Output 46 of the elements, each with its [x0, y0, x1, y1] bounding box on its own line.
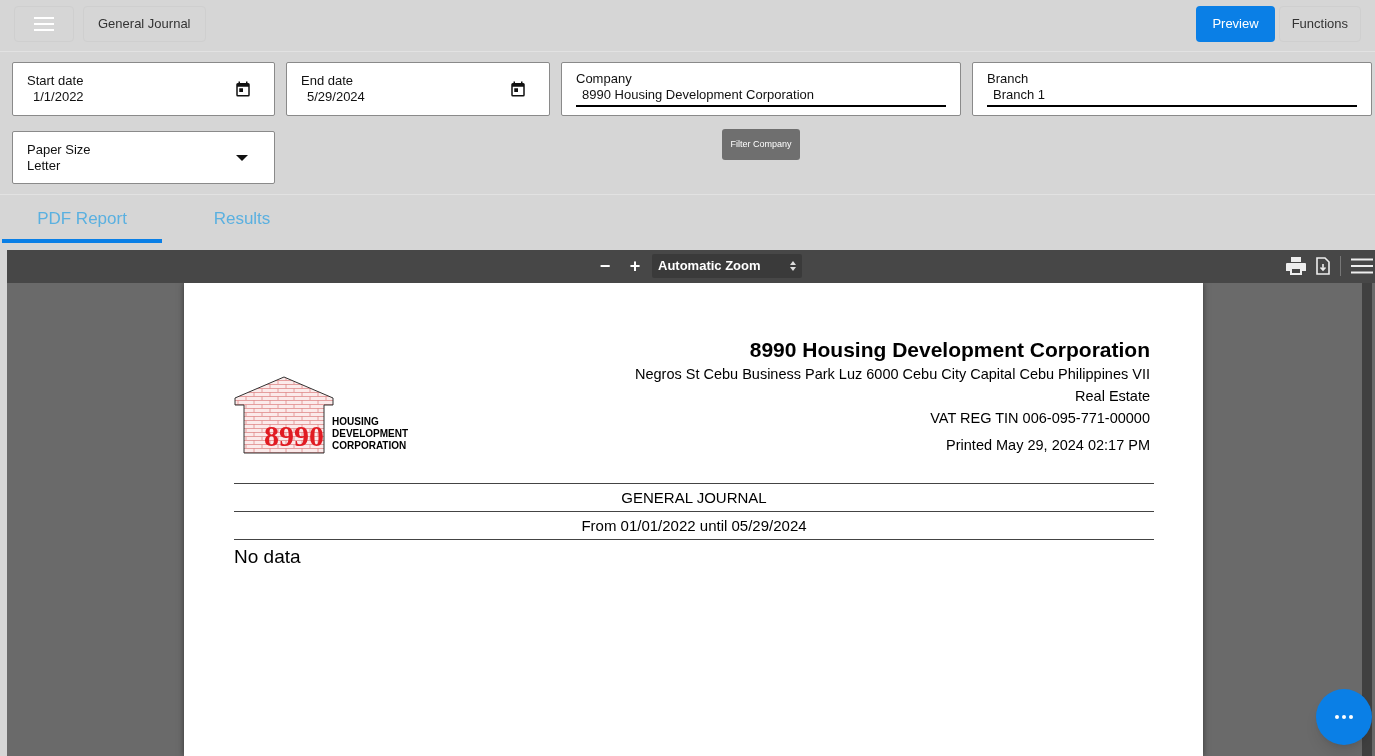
download-icon [1316, 257, 1330, 275]
field-label: Start date [27, 73, 85, 89]
field-value: 8990 Housing Development Corporation [576, 87, 946, 107]
field-value: Branch 1 [987, 87, 1357, 107]
filter-company-button[interactable]: Filter Company [722, 129, 800, 160]
field-label: Company [576, 71, 633, 87]
tools-menu-button[interactable] [1351, 258, 1373, 274]
text-field[interactable]: Branch Branch 1 [972, 62, 1372, 116]
text-field[interactable]: Company 8990 Housing Development Corporation [561, 62, 961, 116]
page-title-button[interactable]: General Journal [83, 6, 206, 42]
zoom-in-button[interactable]: + [622, 254, 648, 278]
company-info-line: Negros St Cebu Business Park Luz 6000 Cebu City Capital Cebu Philippines VII [634, 365, 1150, 384]
more-icon [1335, 715, 1353, 719]
dropdown-field[interactable]: Paper Size Letter [12, 131, 275, 184]
print-icon [1286, 257, 1306, 275]
menu-icon [34, 17, 54, 31]
updown-caret-icon [790, 261, 796, 271]
field-label: Branch [987, 71, 1030, 87]
field-label: End date [301, 73, 355, 89]
scrollbar[interactable] [1362, 283, 1372, 756]
field-value: 5/29/2024 [306, 89, 366, 105]
company-info-line: Real Estate [1075, 387, 1150, 406]
menu-icon [1351, 258, 1373, 274]
logo-text: DEVELOPMENT [332, 428, 409, 440]
logo-text: HOUSING [332, 416, 380, 428]
company-name: 8990 Housing Development Corporation [749, 337, 1150, 363]
printed-timestamp: Printed May 29, 2024 02:17 PM [946, 436, 1150, 455]
calendar-icon [234, 80, 252, 98]
calendar-icon [509, 80, 527, 98]
download-button[interactable] [1316, 257, 1330, 275]
dropdown-caret-icon [236, 154, 248, 161]
zoom-select[interactable]: Automatic Zoom [652, 254, 802, 278]
zoom-out-button[interactable]: − [592, 254, 618, 278]
field-label: Paper Size [27, 141, 92, 158]
no-data-message: No data [234, 545, 302, 569]
date-field[interactable]: End date 5/29/2024 [286, 62, 550, 116]
field-value: Letter [27, 157, 62, 174]
logo-text: CORPORATION [332, 440, 408, 452]
company-info-line: VAT REG TIN 006-095-771-00000 [930, 409, 1150, 428]
field-value: 1/1/2022 [32, 89, 85, 105]
report-date-range: From 01/01/2022 until 05/29/2024 [234, 512, 1154, 540]
primary-button[interactable]: Preview [1196, 6, 1275, 42]
print-button[interactable] [1286, 257, 1306, 275]
secondary-button[interactable]: Functions [1278, 6, 1361, 42]
report-title: GENERAL JOURNAL [234, 484, 1154, 512]
date-field[interactable]: Start date 1/1/2022 [12, 62, 275, 116]
